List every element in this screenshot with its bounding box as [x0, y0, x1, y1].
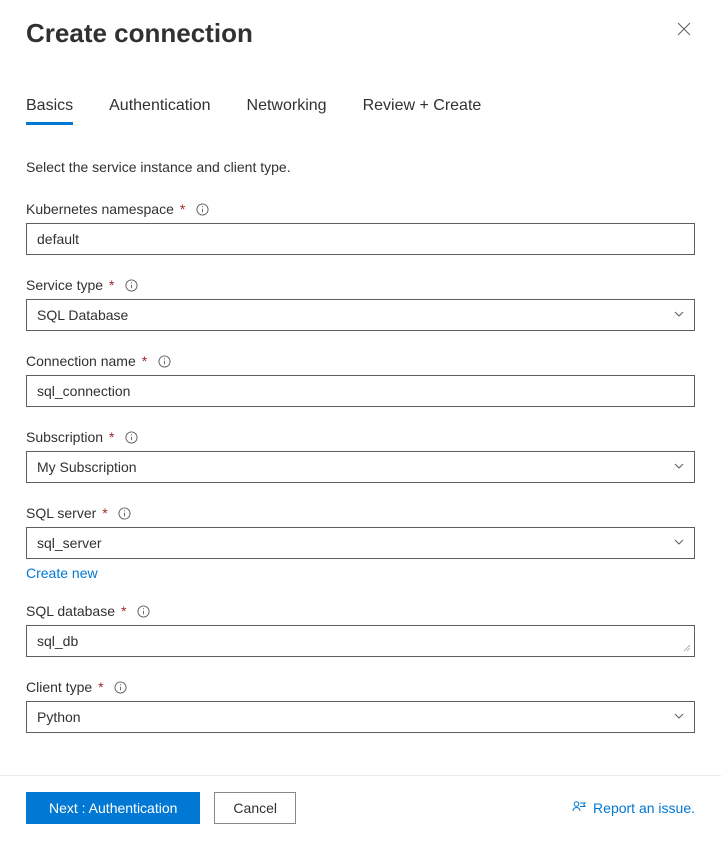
connection-name-input[interactable]: [26, 375, 695, 407]
info-icon[interactable]: [136, 604, 150, 618]
feedback-icon: [571, 799, 587, 818]
panel-title: Create connection: [26, 18, 253, 49]
close-icon: [677, 23, 691, 39]
required-indicator: *: [180, 201, 185, 217]
info-icon[interactable]: [114, 680, 128, 694]
sql-server-label: SQL server: [26, 505, 96, 521]
tab-authentication[interactable]: Authentication: [109, 97, 210, 125]
footer: Next : Authentication Cancel Report an i…: [0, 775, 721, 842]
info-icon[interactable]: [125, 278, 139, 292]
info-icon[interactable]: [195, 202, 209, 216]
service-type-select[interactable]: [26, 299, 695, 331]
service-type-label: Service type: [26, 277, 103, 293]
tab-basics[interactable]: Basics: [26, 97, 73, 125]
tabs: Basics Authentication Networking Review …: [26, 97, 695, 125]
sql-server-select[interactable]: [26, 527, 695, 559]
sql-database-label: SQL database: [26, 603, 115, 619]
close-button[interactable]: [673, 18, 695, 43]
namespace-input[interactable]: [26, 223, 695, 255]
info-icon[interactable]: [125, 430, 139, 444]
create-new-link[interactable]: Create new: [26, 565, 98, 581]
connection-name-label: Connection name: [26, 353, 136, 369]
subscription-select[interactable]: [26, 451, 695, 483]
tab-networking[interactable]: Networking: [247, 97, 327, 125]
client-type-select[interactable]: [26, 701, 695, 733]
sql-database-select[interactable]: [26, 625, 695, 657]
client-type-label: Client type: [26, 679, 92, 695]
instruction-text: Select the service instance and client t…: [26, 159, 695, 175]
required-indicator: *: [121, 603, 126, 619]
report-issue-label: Report an issue.: [593, 800, 695, 816]
required-indicator: *: [109, 429, 114, 445]
cancel-button[interactable]: Cancel: [214, 792, 296, 824]
next-button[interactable]: Next : Authentication: [26, 792, 200, 824]
required-indicator: *: [102, 505, 107, 521]
required-indicator: *: [109, 277, 114, 293]
report-issue-link[interactable]: Report an issue.: [571, 799, 695, 818]
info-icon[interactable]: [118, 506, 132, 520]
required-indicator: *: [142, 353, 147, 369]
subscription-label: Subscription: [26, 429, 103, 445]
required-indicator: *: [98, 679, 103, 695]
tab-review-create[interactable]: Review + Create: [363, 97, 482, 125]
namespace-label: Kubernetes namespace: [26, 201, 174, 217]
info-icon[interactable]: [157, 354, 171, 368]
